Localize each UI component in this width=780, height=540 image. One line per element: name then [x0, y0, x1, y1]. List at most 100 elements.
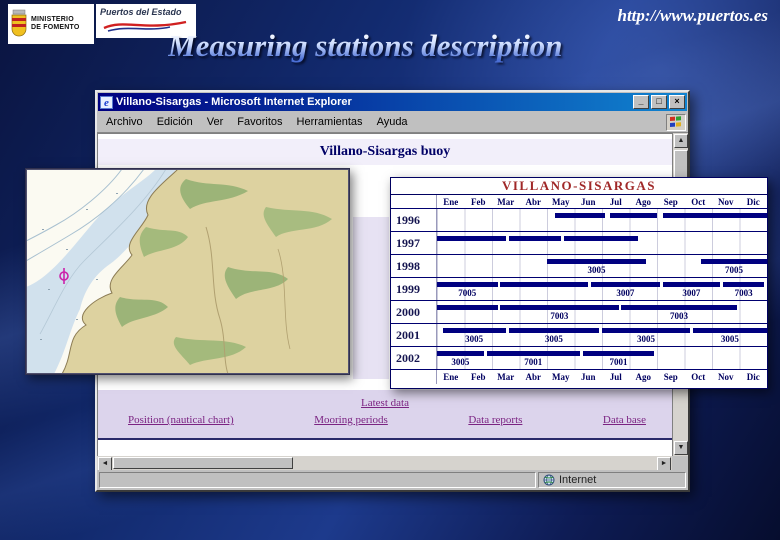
data-base-link[interactable]: Data base — [603, 414, 646, 426]
month-label: Abr — [525, 372, 542, 382]
menu-item-herramientas[interactable]: Herramientas — [290, 114, 370, 130]
month-label: Mar — [497, 197, 515, 207]
gantt-row-1996: 1996 — [391, 209, 767, 232]
status-message-panel — [99, 472, 536, 488]
gantt-row-1998: 1998 3005 7005 — [391, 255, 767, 278]
status-zone-label: Internet — [559, 474, 597, 486]
status-bar: Internet — [97, 470, 688, 490]
month-label: Jul — [609, 372, 622, 382]
mooring-bar-label: 3005 — [587, 265, 606, 275]
mooring-bar — [437, 236, 506, 241]
mooring-bar — [692, 328, 767, 333]
mooring-bar — [563, 236, 638, 241]
month-label: Feb — [471, 197, 486, 207]
menu-item-archivo[interactable]: Archivo — [99, 114, 150, 130]
gantt-row-2002: 2002 3005 7001 7001 — [391, 347, 767, 370]
browser-titlebar[interactable]: e Villano-Sisargas - Microsoft Internet … — [98, 93, 687, 111]
month-label: Oct — [691, 197, 706, 207]
gantt-row-2000: 2000 7003 7003 — [391, 301, 767, 324]
month-label: Ene — [443, 197, 459, 207]
mooring-bar — [621, 305, 737, 310]
mooring-bar — [582, 351, 655, 356]
month-label: Dic — [746, 197, 760, 207]
gantt-row-2001: 2001 3005 3005 3005 3005 — [391, 324, 767, 347]
month-label: Ago — [635, 197, 652, 207]
mooring-bar-label: 7003 — [670, 311, 688, 321]
slide-title: Measuring stations description — [168, 28, 563, 63]
horizontal-scrollbar-thumb[interactable] — [113, 457, 293, 469]
menu-item-favoritos[interactable]: Favoritos — [230, 114, 289, 130]
globe-icon — [543, 474, 555, 486]
mooring-bar-label: 7005 — [458, 288, 477, 298]
window-title: Villano-Sisargas - Microsoft Internet Ex… — [116, 96, 352, 108]
ministerio-line1: MINISTERIO — [31, 16, 74, 23]
gantt-bar-area: 3005 7005 — [437, 255, 767, 277]
menu-item-ver[interactable]: Ver — [200, 114, 231, 130]
mooring-bar — [442, 328, 506, 333]
month-label: Mar — [497, 372, 515, 382]
menu-item-edicion[interactable]: Edición — [150, 114, 200, 130]
gantt-corner — [391, 370, 437, 384]
mooring-bar-label: 3005 — [637, 334, 655, 344]
mooring-bar-label: 3005 — [544, 334, 563, 344]
mooring-periods-link[interactable]: Mooring periods — [314, 414, 388, 426]
mooring-bar — [508, 328, 600, 333]
scroll-left-button[interactable]: ◄ — [98, 457, 112, 471]
position-nautical-chart-link[interactable]: Position (nautical chart) — [128, 414, 234, 426]
scroll-right-button[interactable]: ► — [657, 457, 671, 471]
internet-explorer-icon: e — [100, 95, 113, 109]
month-label: Abr — [525, 197, 542, 207]
month-label: Ene — [443, 372, 459, 382]
month-label: Nov — [718, 372, 734, 382]
month-label: Oct — [691, 372, 706, 382]
scrollbar-corner — [672, 456, 688, 470]
horizontal-scrollbar[interactable]: ◄ ► — [97, 456, 672, 471]
menu-item-ayuda[interactable]: Ayuda — [370, 114, 415, 130]
month-label: Jun — [580, 372, 596, 382]
mooring-bar-label: 7003 — [550, 311, 569, 321]
mooring-bar-label: 7001 — [524, 357, 543, 367]
mooring-bar — [662, 282, 721, 287]
mooring-gantt: VILLANO-SISARGAS Ene Feb Mar Abr May Jun Jul Ag… — [390, 177, 768, 389]
data-reports-link[interactable]: Data reports — [468, 414, 522, 426]
month-label: May — [552, 197, 570, 207]
month-label: Jul — [609, 197, 622, 207]
mooring-bar-label: 3005 — [720, 334, 739, 344]
month-label: Jun — [580, 197, 596, 207]
gantt-months-top: Ene Feb Mar Abr May Jun Jul Ago Sep Oct Nov Dic — [391, 195, 767, 209]
gantt-corner — [391, 195, 437, 208]
gantt-bar-area: 7003 7003 — [437, 301, 767, 323]
mooring-bar-label: 3005 — [451, 357, 470, 367]
gantt-row-1997: 1997 — [391, 232, 767, 255]
ministerio-logo-text: MINISTERIO DE FOMENTO — [31, 16, 80, 32]
year-label: 1996 — [391, 209, 437, 231]
month-label: May — [552, 372, 570, 382]
mooring-bar-label: 3007 — [682, 288, 701, 298]
menu-bar-items: Archivo Edición Ver Favoritos Herramientas Ay… — [99, 114, 666, 130]
page-heading: Villano-Sisargas buoy — [98, 139, 672, 165]
scroll-down-button[interactable]: ▼ — [674, 441, 688, 455]
year-label: 1999 — [391, 278, 437, 300]
windows-flag-icon — [666, 113, 686, 131]
year-label: 2000 — [391, 301, 437, 323]
gantt-bar-area — [437, 209, 767, 231]
mooring-bar-label: 7001 — [609, 357, 628, 367]
gantt-title: VILLANO-SISARGAS — [391, 178, 767, 195]
slide-url: http://www.puertos.es — [617, 6, 768, 25]
year-label: 1997 — [391, 232, 437, 254]
spain-coat-of-arms-icon — [11, 9, 27, 37]
month-label: Feb — [471, 372, 486, 382]
maximize-button[interactable]: □ — [651, 95, 667, 109]
gantt-bar-area: 7005 3007 3007 7003 — [437, 278, 767, 300]
month-label: Nov — [718, 197, 734, 207]
month-label: Ago — [635, 372, 652, 382]
scroll-up-button[interactable]: ▲ — [674, 134, 688, 148]
mooring-bar-label: 3005 — [465, 334, 484, 344]
gantt-bar-area: 3005 7001 7001 — [437, 347, 767, 369]
latest-data-link[interactable]: Latest data — [361, 397, 409, 409]
gantt-months-bottom: Ene Feb Mar Abr May Jun Jul Ago Sep Oct Nov Dic — [391, 370, 767, 384]
mooring-bar — [555, 213, 605, 218]
close-button[interactable]: × — [669, 95, 685, 109]
minimize-button[interactable]: _ — [633, 95, 649, 109]
links-band: Latest data Position (nautical chart) Moo… — [98, 390, 672, 440]
